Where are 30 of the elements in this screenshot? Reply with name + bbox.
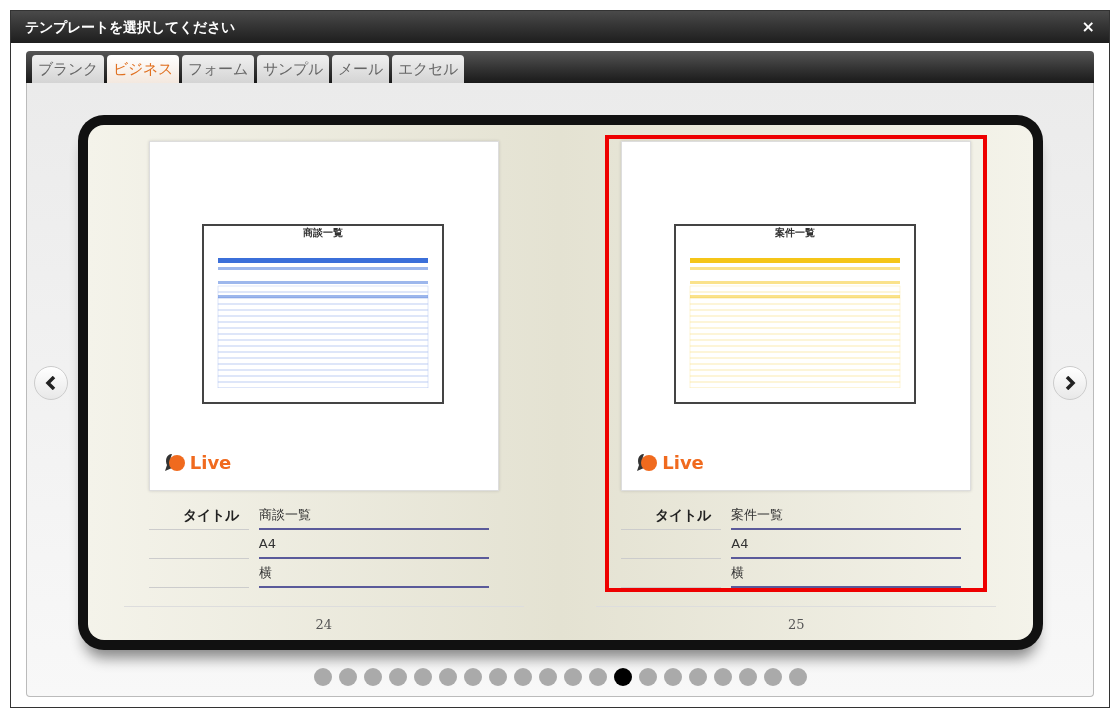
logo-icon	[636, 452, 659, 473]
tab[interactable]: サンプル	[257, 55, 329, 83]
field-label: タイトル	[655, 505, 712, 525]
tab[interactable]: エクセル	[392, 55, 464, 83]
field-value: 横	[258, 559, 489, 588]
page-number: 24	[315, 616, 332, 634]
field-value: 案件一覧	[731, 501, 962, 530]
close-button[interactable]: ×	[1081, 19, 1095, 35]
window-title: テンプレートを選択してください	[25, 17, 235, 37]
chevron-left-icon	[44, 375, 57, 390]
previous-button[interactable]	[33, 365, 68, 400]
template-card[interactable]: 商談一覧 Live	[148, 141, 499, 491]
chevron-right-icon	[1063, 375, 1076, 390]
tab[interactable]: ビジネス	[107, 55, 179, 83]
logo-text: Live	[662, 451, 704, 475]
field-value: 商談一覧	[258, 501, 489, 530]
field-label: タイトル	[182, 505, 239, 525]
next-button[interactable]	[1052, 365, 1087, 400]
thumbnail-title: 案件一覧	[775, 228, 816, 238]
thumbnail-title: 商談一覧	[302, 228, 343, 238]
field-value: 横	[731, 559, 962, 588]
logo-icon	[163, 452, 186, 473]
field-value: A4	[258, 530, 489, 559]
field-value: A4	[731, 530, 962, 559]
logo-text: Live	[189, 451, 232, 475]
tab[interactable]: ブランク	[32, 55, 104, 83]
page-number: 25	[787, 616, 805, 634]
template-card[interactable]: 案件一覧 Live	[621, 141, 972, 491]
tab[interactable]: フォーム	[182, 55, 254, 83]
tab[interactable]: メール	[332, 55, 389, 83]
